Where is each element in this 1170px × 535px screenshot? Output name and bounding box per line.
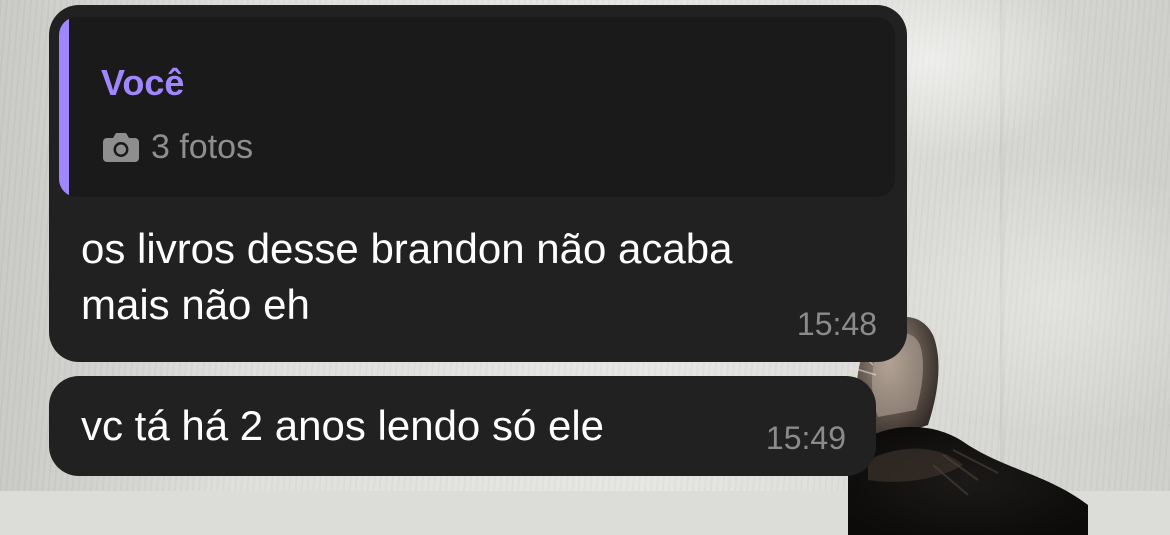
- reply-author: Você: [101, 62, 185, 103]
- reply-accent-bar: [59, 17, 69, 197]
- message-timestamp: 15:49: [765, 420, 846, 456]
- message-timestamp: 15:48: [796, 306, 877, 342]
- message-bubble-incoming[interactable]: Você 3 fotos os livros desse brandon não…: [49, 5, 907, 362]
- camera-icon: [103, 133, 139, 162]
- message-text: vc tá há 2 anos lendo só ele: [81, 402, 605, 449]
- reply-media-info: 3 fotos: [101, 125, 253, 169]
- reply-text: 3 fotos: [151, 128, 254, 166]
- message-bubble-incoming[interactable]: vc tá há 2 anos lendo só ele 15:49: [49, 376, 876, 476]
- reply-preview[interactable]: Você 3 fotos: [59, 17, 895, 197]
- message-text: os livros desse brandon não acaba mais n…: [81, 225, 733, 328]
